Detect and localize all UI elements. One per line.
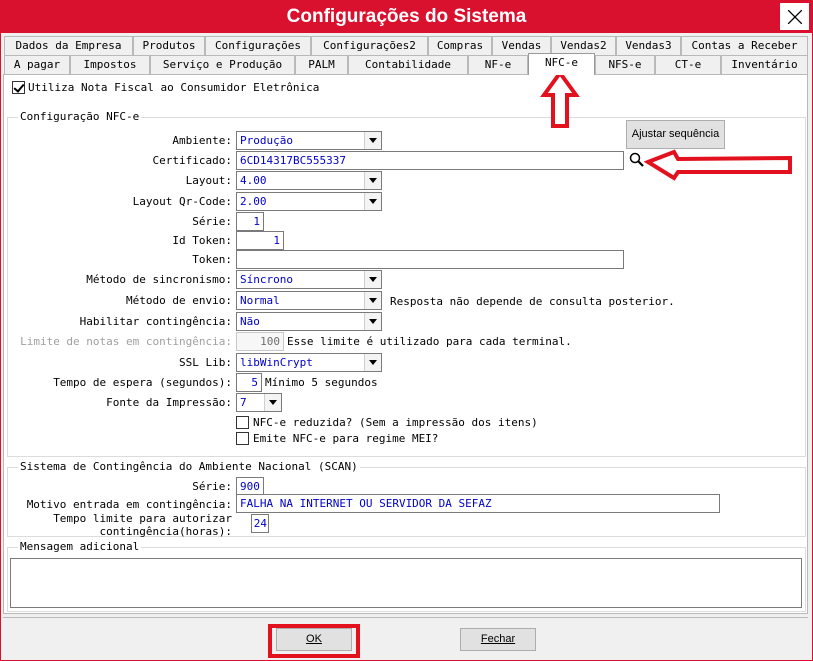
tempo-espera-label: Tempo de espera (segundos):	[53, 376, 232, 389]
ok-highlight-box	[268, 624, 360, 658]
close-button[interactable]	[779, 2, 810, 31]
tempo-limite-label-2: contingência(horas):	[99, 525, 232, 538]
scan-group-title: Sistema de Contingência do Ambiente Naci…	[18, 460, 360, 474]
metodo-sincronismo-label: Método de sincronismo:	[86, 273, 232, 286]
ssl-lib-label: SSL Lib:	[179, 356, 232, 369]
group-title: Configuração NFC-e	[18, 110, 142, 124]
chevron-down-icon[interactable]	[364, 172, 381, 189]
tab-nfce[interactable]: NFC-e	[528, 53, 595, 75]
tab-palm[interactable]: PALM	[295, 55, 348, 74]
window-title: Configurações do Sistema	[286, 6, 527, 27]
tab-inventario[interactable]: Inventário	[721, 55, 808, 74]
tempo-espera-note: Mínimo 5 segundos	[265, 376, 378, 389]
tab-nfe[interactable]: NF-e	[468, 55, 528, 74]
metodo-envio-note: Resposta não depende de consulta posteri…	[390, 295, 675, 308]
title-bar: Configurações do Sistema	[0, 0, 813, 33]
metodo-sincronismo-value: Síncrono	[240, 273, 293, 286]
mensagem-group-title: Mensagem adicional	[18, 540, 142, 554]
left-arrow-annotation	[644, 149, 792, 181]
tab-produtos[interactable]: Produtos	[133, 36, 205, 55]
bottom-bar	[3, 617, 808, 657]
fonte-value: 7	[240, 396, 247, 409]
ssl-lib-select[interactable]: libWinCrypt	[236, 353, 382, 372]
scan-serie-label: Série:	[192, 480, 232, 493]
tab-contas-receber[interactable]: Contas a Receber	[681, 36, 808, 55]
token-label: Token:	[192, 253, 232, 266]
fechar-button[interactable]: Fechar	[460, 628, 536, 651]
limite-note: Esse limite é utilizado para cada termin…	[287, 335, 572, 348]
ambiente-label: Ambiente:	[172, 134, 232, 147]
tab-contabilidade[interactable]: Contabilidade	[348, 55, 468, 74]
ambiente-value: Produção	[240, 134, 293, 147]
tab-cte[interactable]: CT-e	[655, 55, 721, 74]
tempo-espera-input[interactable]: 5	[236, 373, 262, 392]
certificado-input[interactable]: 6CD14317BC555337	[236, 151, 624, 170]
fechar-button-label: Fechar	[480, 633, 516, 645]
layout-label: Layout:	[185, 174, 232, 187]
chevron-down-icon[interactable]	[364, 193, 381, 210]
metodo-envio-label: Método de envio:	[126, 294, 232, 307]
tab-nfse[interactable]: NFS-e	[595, 55, 655, 74]
chevron-down-icon[interactable]	[364, 271, 381, 288]
close-icon	[788, 10, 802, 24]
id-token-input[interactable]: 1	[236, 231, 284, 250]
nfce-reduzida-label: NFC-e reduzida? (Sem a impressão dos ite…	[253, 416, 538, 429]
tab-a-pagar[interactable]: A pagar	[4, 55, 70, 74]
layout-qrcode-value: 2.00	[240, 195, 267, 208]
chevron-down-icon[interactable]	[364, 292, 381, 309]
chevron-down-icon[interactable]	[364, 132, 381, 149]
limite-label: Limite de notas em contingência:	[20, 335, 232, 348]
nfce-reduzida-checkbox[interactable]	[236, 416, 249, 429]
chevron-down-icon[interactable]	[364, 354, 381, 371]
chevron-down-icon[interactable]	[364, 313, 381, 330]
tab-vendas3[interactable]: Vendas3	[616, 36, 681, 55]
fonte-select[interactable]: 7	[236, 393, 282, 412]
fonte-label: Fonte da Impressão:	[106, 396, 232, 409]
tempo-limite-input[interactable]: 24	[251, 514, 269, 533]
mensagem-textarea[interactable]	[10, 558, 802, 608]
chevron-down-icon[interactable]	[264, 394, 281, 411]
serie-input[interactable]: 1	[236, 212, 264, 231]
ssl-lib-value: libWinCrypt	[240, 356, 313, 369]
motivo-label: Motivo entrada em contingência:	[26, 498, 232, 511]
contingencia-value: Não	[240, 315, 260, 328]
token-input[interactable]	[236, 250, 624, 269]
nfce-mei-checkbox[interactable]	[236, 432, 249, 445]
layout-select[interactable]: 4.00	[236, 171, 382, 190]
tab-configuracoes2[interactable]: Configurações2	[311, 36, 428, 55]
limite-input: 100	[236, 332, 284, 351]
nfce-enable-checkbox[interactable]	[12, 81, 25, 94]
metodo-envio-select[interactable]: Normal	[236, 291, 382, 310]
layout-value: 4.00	[240, 174, 267, 187]
contingencia-select[interactable]: Não	[236, 312, 382, 331]
ambiente-select[interactable]: Produção	[236, 131, 382, 150]
metodo-envio-value: Normal	[240, 294, 280, 307]
up-arrow-annotation	[540, 70, 580, 128]
tab-compras[interactable]: Compras	[428, 36, 492, 55]
nfce-enable-label: Utiliza Nota Fiscal ao Consumidor Eletrô…	[28, 81, 320, 94]
serie-label: Série:	[192, 215, 232, 228]
layout-qrcode-select[interactable]: 2.00	[236, 192, 382, 211]
adjust-sequence-button[interactable]: Ajustar sequência	[626, 120, 725, 149]
layout-qrcode-label: Layout Qr-Code:	[132, 195, 232, 208]
contingencia-label: Habilitar contingência:	[79, 315, 232, 328]
metodo-sincronismo-select[interactable]: Síncrono	[236, 270, 382, 289]
tab-servico-producao[interactable]: Serviço e Produção	[150, 55, 295, 74]
certificado-label: Certificado:	[152, 154, 232, 167]
tab-impostos[interactable]: Impostos	[70, 55, 150, 74]
tab-configuracoes[interactable]: Configurações	[205, 36, 311, 55]
nfce-mei-label: Emite NFC-e para regime MEI?	[253, 432, 439, 445]
id-token-label: Id Token:	[172, 234, 232, 247]
motivo-input[interactable]: FALHA NA INTERNET OU SERVIDOR DA SEFAZ	[236, 494, 720, 513]
tab-dados-empresa[interactable]: Dados da Empresa	[4, 36, 133, 55]
